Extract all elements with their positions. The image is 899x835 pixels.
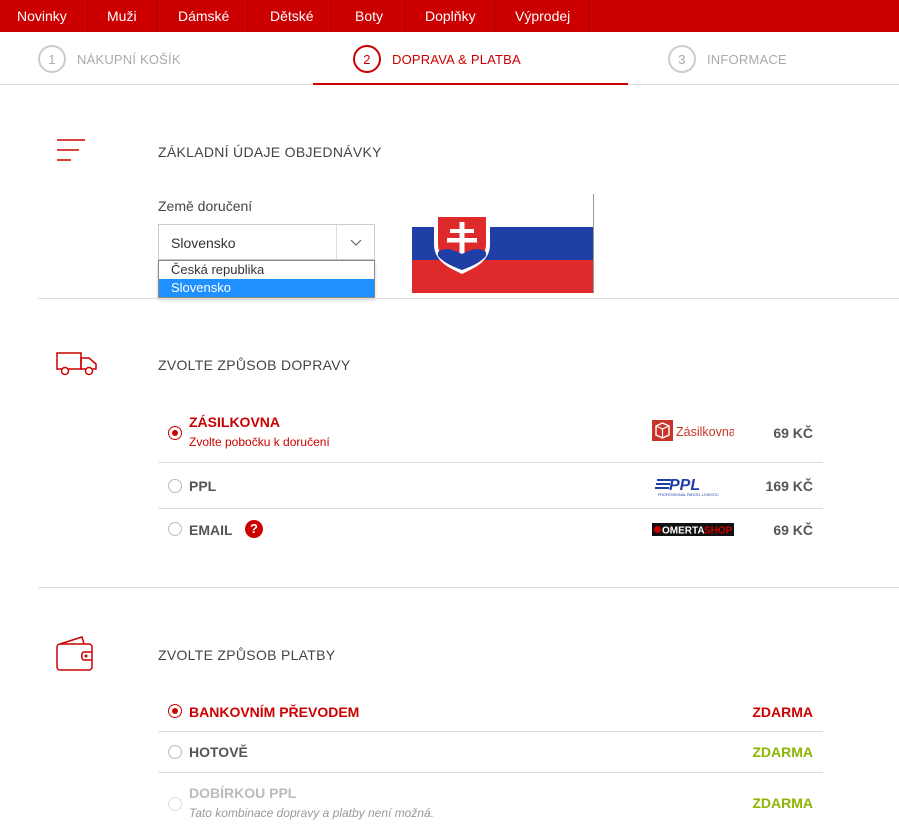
nav-item-novinky[interactable]: Novinky bbox=[0, 0, 88, 32]
svg-text:SHOP: SHOP bbox=[704, 526, 733, 537]
step-label: INFORMACE bbox=[707, 51, 787, 67]
step-cart[interactable]: 1 NÁKUPNÍ KOŠÍK bbox=[38, 45, 181, 73]
truck-icon bbox=[56, 352, 97, 376]
wallet-icon bbox=[56, 636, 93, 671]
shipping-option-label: PPL bbox=[189, 478, 217, 494]
step-shipping-payment[interactable]: 2 DOPRAVA & PLATBA bbox=[353, 45, 521, 73]
radio-selected[interactable] bbox=[168, 426, 182, 440]
help-icon[interactable]: ? bbox=[245, 520, 263, 538]
payment-price: ZDARMA bbox=[752, 704, 813, 720]
step-information[interactable]: 3 INFORMACE bbox=[668, 45, 787, 73]
payment-option-cash[interactable]: HOTOVĚ ZDARMA bbox=[158, 732, 823, 773]
payment-price: ZDARMA bbox=[752, 744, 813, 760]
payment-option-label: HOTOVĚ bbox=[189, 744, 248, 760]
country-dropdown: Česká republika Slovensko bbox=[158, 260, 375, 298]
payment-option-bank-transfer[interactable]: BANKOVNÍM PŘEVODEM ZDARMA bbox=[158, 692, 823, 732]
step-number: 1 bbox=[38, 45, 66, 73]
top-nav: Novinky Muži Dámské Dětské Boty Doplňky … bbox=[0, 0, 899, 32]
active-step-underline bbox=[313, 83, 628, 85]
nav-item-doplnky[interactable]: Doplňky bbox=[406, 0, 495, 32]
country-label: Země doručení bbox=[158, 198, 253, 214]
radio-unselected[interactable] bbox=[168, 522, 182, 536]
country-option-cz[interactable]: Česká republika bbox=[159, 261, 374, 279]
nav-item-boty[interactable]: Boty bbox=[332, 0, 406, 32]
section-divider bbox=[38, 587, 899, 588]
shipping-option-note: Zvolte pobočku k doručení bbox=[189, 435, 330, 449]
zasilkovna-logo: Zásilkovna bbox=[652, 420, 734, 441]
svg-text:PPL: PPL bbox=[669, 477, 700, 494]
svg-text:OMERTA: OMERTA bbox=[662, 526, 705, 537]
payment-title: ZVOLTE ZPŮSOB PLATBY bbox=[158, 647, 336, 663]
shipping-option-ppl[interactable]: PPL PPL PROFESSIONAL PARCEL LOGISTIC 169… bbox=[158, 463, 823, 509]
country-select-value: Slovensko bbox=[171, 235, 236, 251]
shipping-title: ZVOLTE ZPŮSOB DOPRAVY bbox=[158, 357, 351, 373]
country-option-sk[interactable]: Slovensko bbox=[159, 279, 374, 297]
radio-unselected[interactable] bbox=[168, 745, 182, 759]
flag-edge bbox=[593, 194, 594, 293]
payment-option-note: Tato kombinace dopravy a platby není mož… bbox=[189, 806, 435, 820]
step-number: 2 bbox=[353, 45, 381, 73]
nav-item-vyprodej[interactable]: Výprodej bbox=[495, 0, 589, 32]
shipping-option-email[interactable]: EMAIL ? OMERTA SHOP 69 KČ bbox=[158, 509, 823, 549]
shipping-option-label: ZÁSILKOVNA bbox=[189, 414, 280, 430]
payment-option-cod-ppl: DOBÍRKOU PPL Tato kombinace dopravy a pl… bbox=[158, 773, 823, 833]
svg-text:PROFESSIONAL PARCEL LOGISTIC: PROFESSIONAL PARCEL LOGISTIC bbox=[658, 493, 719, 497]
select-separator bbox=[336, 225, 337, 259]
list-icon bbox=[57, 139, 85, 161]
payment-option-label: BANKOVNÍM PŘEVODEM bbox=[189, 704, 360, 720]
payment-option-label: DOBÍRKOU PPL bbox=[189, 785, 297, 801]
country-select[interactable]: Slovensko bbox=[158, 224, 375, 260]
nav-item-damske[interactable]: Dámské bbox=[157, 0, 248, 32]
section-divider bbox=[38, 298, 899, 299]
svg-text:Zásilkovna: Zásilkovna bbox=[676, 425, 734, 439]
step-number: 3 bbox=[668, 45, 696, 73]
shipping-option-label: EMAIL bbox=[189, 522, 233, 538]
shipping-price: 169 KČ bbox=[765, 478, 813, 494]
radio-selected[interactable] bbox=[168, 704, 182, 718]
shipping-price: 69 KČ bbox=[773, 522, 813, 538]
shipping-price: 69 KČ bbox=[773, 425, 813, 441]
ppl-logo: PPL PROFESSIONAL PARCEL LOGISTIC bbox=[655, 477, 719, 497]
shipping-option-zasilkovna[interactable]: ZÁSILKOVNA Zvolte pobočku k doručení Zás… bbox=[158, 404, 823, 463]
step-label: DOPRAVA & PLATBA bbox=[392, 51, 521, 67]
nav-item-detske[interactable]: Dětské bbox=[248, 0, 332, 32]
omerta-shop-logo: OMERTA SHOP bbox=[652, 523, 734, 536]
payment-price: ZDARMA bbox=[752, 795, 813, 811]
slovakia-flag-image bbox=[412, 194, 593, 293]
radio-disabled bbox=[168, 797, 182, 811]
radio-unselected[interactable] bbox=[168, 479, 182, 493]
checkout-steps: 1 NÁKUPNÍ KOŠÍK 2 DOPRAVA & PLATBA 3 INF… bbox=[0, 32, 899, 85]
nav-item-muzi[interactable]: Muži bbox=[88, 0, 157, 32]
step-label: NÁKUPNÍ KOŠÍK bbox=[77, 51, 181, 67]
basic-info-title: ZÁKLADNÍ ÚDAJE OBJEDNÁVKY bbox=[158, 144, 382, 160]
chevron-down-icon bbox=[350, 239, 362, 246]
